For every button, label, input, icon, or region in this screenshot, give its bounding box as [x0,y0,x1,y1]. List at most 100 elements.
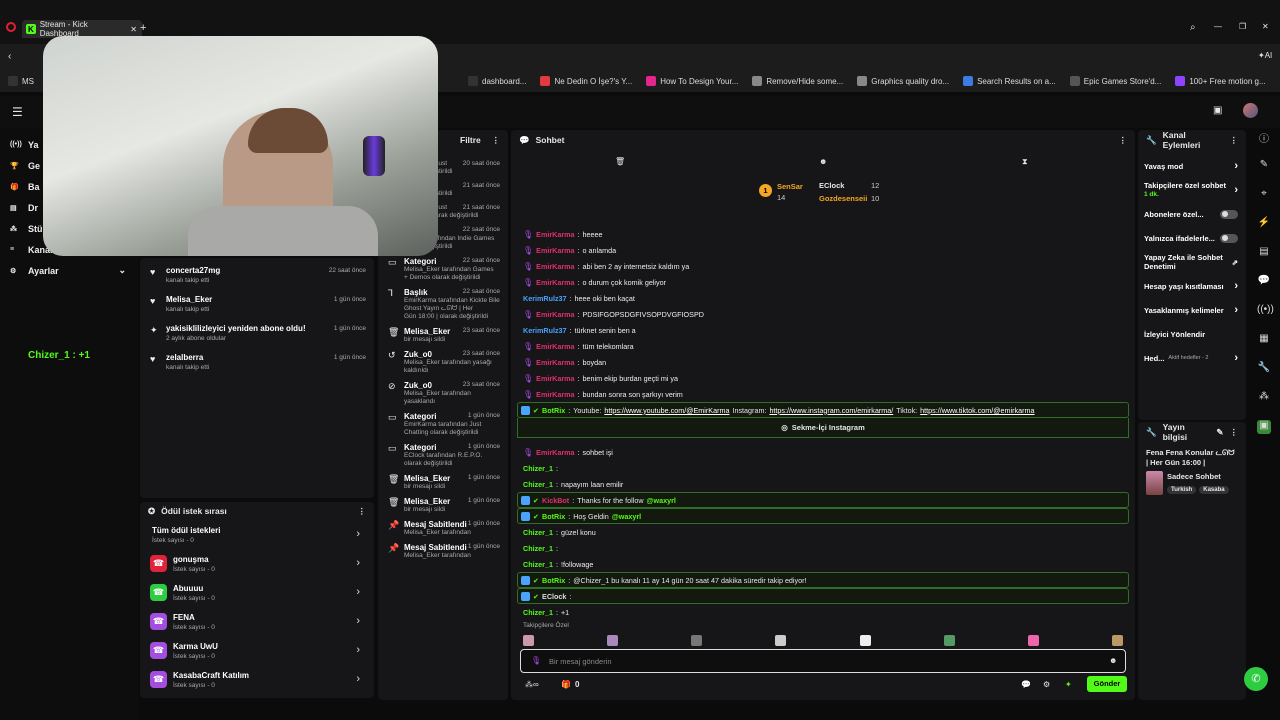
infinity-icon[interactable]: ⁂∞ [525,680,539,689]
chat-icon[interactable]: 💬 [1257,275,1271,289]
chat-username[interactable]: Chizer_1 [523,464,553,473]
clipboard-icon[interactable]: ▤ [1257,246,1271,260]
chat-message[interactable]: 🎙 EmirKarma: o durum çok komik geliyor [511,274,1135,290]
chat-username[interactable]: Chizer_1 [523,544,553,553]
chat-username[interactable]: Chizer_1 [523,480,553,489]
bookmark-item[interactable]: Epic Games Store'd... [1069,76,1161,86]
chat-username[interactable]: EmirKarma [536,448,574,457]
channel-action[interactable]: Takipçilere özel sohbet 1 dk. › [1138,178,1246,202]
bookmark-item[interactable]: Graphics quality dro... [857,76,949,86]
chat-message[interactable]: 🎙 EmirKarma: boydan [511,354,1135,370]
search-icon[interactable]: ⌕ [1190,22,1196,33]
more-icon[interactable]: ⋮ [492,135,501,146]
tag[interactable]: Turkish [1167,486,1197,494]
bookmark-item[interactable]: 100+ Free motion g... [1175,76,1266,86]
chat-username[interactable]: Chizer_1 [523,608,553,617]
bot-message[interactable]: ✔ KickBot: Thanks for the follow @waxyrl [517,492,1129,508]
filter-label[interactable]: Filtre [460,135,481,145]
emote-icon[interactable] [943,635,955,646]
emote-icon[interactable] [1027,635,1039,646]
reward-item[interactable]: ☎ KasabaCraft Katılım İstek sayısı - 0 › [140,665,374,694]
bot-message[interactable]: ✔ BotRix: Youtube: https://www.youtube.com/… [517,402,1129,418]
more-icon[interactable]: ⋮ [358,506,367,517]
bookmark-item[interactable]: How To Design Your... [646,76,738,86]
reward-item[interactable]: ☎ FENA İstek sayısı - 0 › [140,607,374,636]
chat-message[interactable]: Chizer_1: [511,460,1135,476]
channel-action[interactable]: Abonelere özel... [1138,202,1246,226]
avatar[interactable] [1243,103,1258,118]
new-tab-icon[interactable]: + [140,22,146,34]
reward-item[interactable]: ☎ Abuuuu İstek sayısı - 0 › [140,578,374,607]
chat-username[interactable]: KerimRulz37 [523,326,567,335]
camera-icon[interactable]: ▣ [1213,105,1222,116]
chat-username[interactable]: EmirKarma [536,374,574,383]
chat-username[interactable]: EmirKarma [536,230,574,239]
mic-icon[interactable]: 🎙 [531,656,541,665]
emote-icon[interactable] [859,635,871,646]
stream-category[interactable]: Sadece Sohbet [1167,472,1229,481]
chat-username[interactable]: EmirKarma [536,246,574,255]
chat-settings-icon[interactable]: 💬 [1021,680,1031,689]
chat-message[interactable]: 🎙 EmirKarma: heeee [511,226,1135,242]
chat-message[interactable]: 🎙 EmirKarma: tüm telekomlara [511,338,1135,354]
chat-username[interactable]: Chizer_1 [523,528,553,537]
instagram-link[interactable]: https://www.instagram.com/emirkarma/ [769,406,893,415]
chat-username[interactable]: EmirKarma [536,390,574,399]
toggle-switch[interactable] [1220,209,1238,219]
emote-icon[interactable] [1111,635,1123,646]
chat-username[interactable]: EmirKarma [536,278,574,287]
close-window-icon[interactable]: ✕ [1262,22,1269,31]
boost-icon[interactable]: ✦ [1065,680,1072,689]
chat-input-box[interactable]: 🎙 Bir mesaj gönderin ☻ [520,649,1126,673]
chat-username[interactable]: Chizer_1 [523,560,553,569]
send-button[interactable]: Gönder [1087,676,1127,692]
trash-icon[interactable]: 🗑 [615,157,625,166]
channel-action[interactable]: Hesap yaşı kısıtlaması › [1138,274,1246,298]
chat-message[interactable]: Chizer_1: napayım laan emilir [511,476,1135,492]
target-icon[interactable]: ⌖ [1257,188,1271,202]
ai-icon[interactable]: ✦AI [1258,51,1272,60]
menu-icon[interactable]: ☰ [12,105,23,119]
chat-username[interactable]: EmirKarma [536,310,574,319]
bookmark-item[interactable]: dashboard... [468,76,526,86]
support-chat-button[interactable]: ✆ [1244,667,1268,691]
emote-icon[interactable] [775,635,787,646]
chat-message[interactable]: Chizer_1: [511,540,1135,556]
bolt-icon[interactable]: ⚡ [1257,217,1271,231]
back-icon[interactable]: ‹ [8,51,11,62]
tools-icon[interactable]: 🔧 [1257,362,1271,376]
chat-message[interactable]: Chizer_1: +1 [511,604,1135,620]
bot-message[interactable]: ✔ EClock: [517,588,1129,604]
reward-item[interactable]: ☎ gonuşma İstek sayısı - 0 › [140,549,374,578]
chat-mention[interactable]: @waxyrl [612,512,641,521]
chat-username[interactable]: EClock [542,592,566,601]
chat-username[interactable]: KerimRulz37 [523,294,567,303]
chat-message[interactable]: 🎙 EmirKarma: abi ben 2 ay internetsiz kald… [511,258,1135,274]
chat-username[interactable]: BotRix [542,406,565,415]
layout-icon[interactable]: ▦ [1257,333,1271,347]
opera-logo-icon[interactable] [6,22,16,32]
bookmark-item[interactable]: Search Results on a... [963,76,1056,86]
chat-username[interactable]: EmirKarma [536,358,574,367]
edit-icon[interactable]: ✎ [1216,427,1223,438]
chat-message[interactable]: Chizer_1: !followage [511,556,1135,572]
maximize-icon[interactable]: ❐ [1239,22,1246,31]
bot-message[interactable]: ✔ BotRix: Hoş Geldin @waxyrl [517,508,1129,524]
tag[interactable]: Kasaba [1199,486,1229,494]
chat-username[interactable]: BotRix [542,512,565,521]
more-icon[interactable]: ⋮ [1230,427,1239,438]
bookmark-item[interactable]: Remove/Hide some... [752,76,843,86]
tab-close-icon[interactable]: ✕ [130,25,137,34]
bot-message[interactable]: ✔ BotRix: @Chizer_1 bu kanalı 11 ay 14 gün… [517,572,1129,588]
channel-action[interactable]: Yalnızca ifadelerle... [1138,226,1246,250]
nav-item[interactable]: ⚙ Ayarlar ⌄ [0,260,138,281]
chat-message[interactable]: Chizer_1: güzel konu [511,524,1135,540]
chat-message[interactable]: 🎙 EmirKarma: sohbet işi [511,444,1135,460]
channel-action[interactable]: Yasaklanmış kelimeler › [1138,298,1246,322]
channel-action[interactable]: Hed... Aktif hedefler - 2 › [1138,346,1246,370]
all-rewards-row[interactable]: Tüm ödül istekleri İstek sayısı - 0 › [140,520,374,549]
channel-action[interactable]: İzleyici Yönlendir [1138,322,1246,346]
emote-icon[interactable]: ☻ [819,157,827,166]
chat-username[interactable]: BotRix [542,576,565,585]
chat-mention[interactable]: @waxyrl [647,496,676,505]
